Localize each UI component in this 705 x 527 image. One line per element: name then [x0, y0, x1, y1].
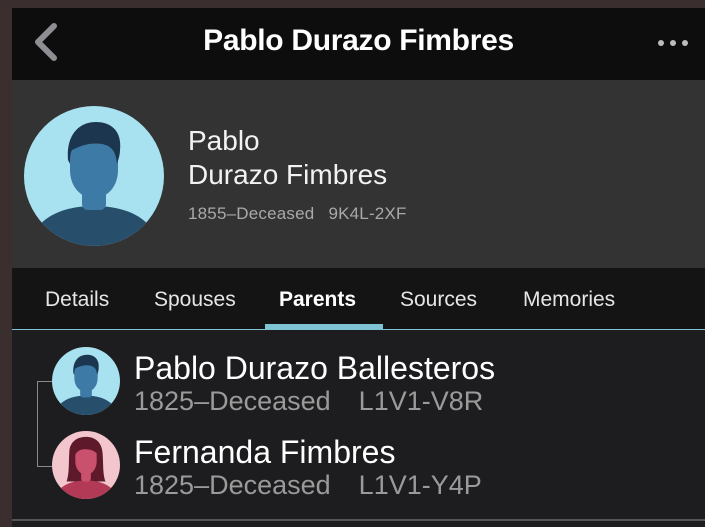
person-id: 9K4L-2XF	[328, 204, 407, 223]
female-avatar-icon	[52, 431, 120, 499]
list-item-father[interactable]: Pablo Durazo Ballesteros 1825–Deceased L1…	[12, 331, 705, 416]
person-header: Pablo Durazo Fimbres 1855–Deceased 9K4L-2…	[12, 80, 705, 268]
phone-screen: Pablo Durazo Fimbres Pablo Durazo Fimbre…	[12, 8, 705, 527]
page-title: Pablo Durazo Fimbres	[203, 24, 514, 57]
male-avatar-icon	[52, 347, 120, 415]
person-lifespan: 1855–Deceased	[188, 204, 315, 223]
tab-memories[interactable]: Memories	[523, 288, 615, 312]
active-tab-indicator	[265, 324, 383, 329]
parent-id: L1V1-V8R	[358, 386, 484, 416]
tab-details[interactable]: Details	[45, 288, 109, 312]
parent-name: Pablo Durazo Ballesteros	[134, 350, 496, 386]
person-meta: 1855–Deceased 9K4L-2XF	[188, 204, 407, 224]
tab-parents[interactable]: Parents	[279, 288, 356, 312]
person-first-name: Pablo	[188, 125, 260, 156]
parent-name: Fernanda Fimbres	[134, 434, 396, 470]
male-avatar-icon[interactable]	[24, 106, 164, 246]
parents-list: Pablo Durazo Ballesteros 1825–Deceased L1…	[12, 331, 705, 527]
parent-lifespan: 1825–Deceased	[134, 470, 331, 500]
tab-bar: Details Spouses Parents Sources Memories	[12, 268, 705, 330]
parent-id: L1V1-Y4P	[358, 470, 482, 500]
list-item-mother[interactable]: Fernanda Fimbres 1825–Deceased L1V1-Y4P	[12, 415, 705, 500]
more-horizontal-icon	[658, 40, 688, 46]
person-last-name: Durazo Fimbres	[188, 159, 388, 190]
tab-spouses[interactable]: Spouses	[154, 288, 236, 312]
tab-sources[interactable]: Sources	[400, 288, 477, 312]
parent-meta: 1825–Deceased L1V1-Y4P	[134, 470, 482, 501]
divider	[12, 519, 705, 521]
parent-meta: 1825–Deceased L1V1-V8R	[134, 386, 483, 417]
more-button[interactable]	[653, 28, 693, 58]
nav-bar: Pablo Durazo Fimbres	[12, 8, 705, 80]
parent-lifespan: 1825–Deceased	[134, 386, 331, 416]
